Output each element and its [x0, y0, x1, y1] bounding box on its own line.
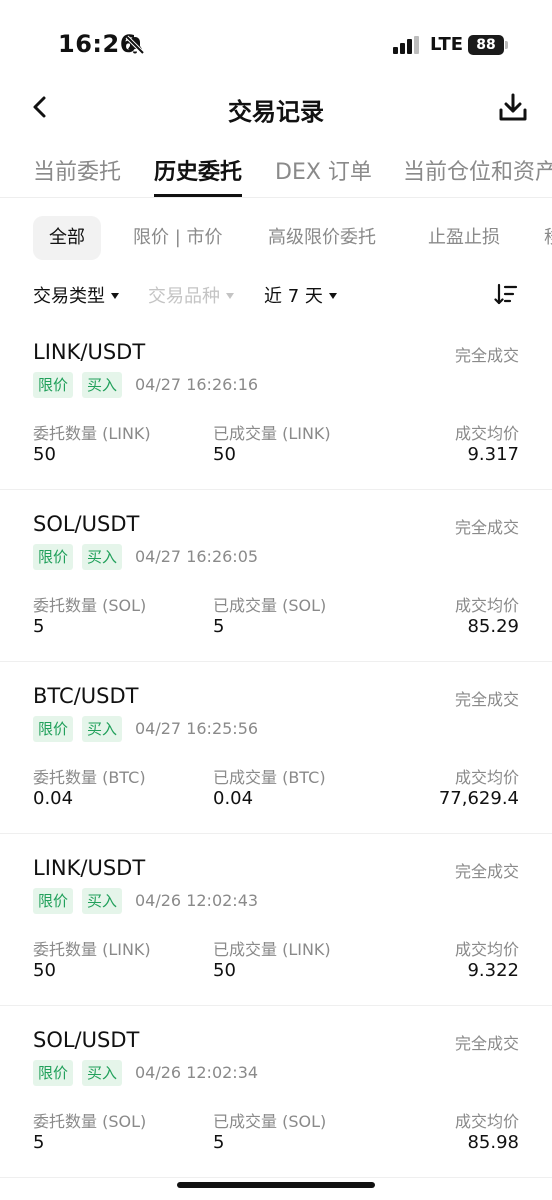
filter-period-label: 近 7 天: [264, 286, 323, 307]
order-time: 04/26 12:02:34: [135, 1063, 259, 1082]
subtab-more[interactable]: 移: [544, 216, 552, 260]
order-side-tag: 买入: [82, 888, 123, 914]
order-qty-label: 委托数量 (LINK): [33, 940, 151, 959]
order-time: 04/27 16:26:16: [135, 375, 259, 394]
order-filled: 0.04: [213, 788, 254, 809]
order-card[interactable]: LINK/USDT 完全成交 限价 买入 04/26 12:02:43 委托数量…: [0, 834, 552, 1006]
order-avg-price: 9.317: [467, 444, 519, 465]
battery-tip: [505, 41, 508, 49]
order-filled-label: 已成交量 (LINK): [213, 424, 331, 443]
caret-down-icon: [328, 293, 337, 299]
order-pair: SOL/USDT: [33, 1028, 140, 1052]
filter-symbol[interactable]: 交易品种: [148, 282, 234, 308]
filter-symbol-label: 交易品种: [148, 286, 220, 307]
order-qty: 50: [33, 444, 56, 465]
order-filled-label: 已成交量 (SOL): [213, 596, 327, 615]
order-card[interactable]: SOL/USDT 完全成交 限价 买入 04/26 12:02:34 委托数量 …: [0, 1006, 552, 1178]
order-avg-price: 9.322: [467, 960, 519, 981]
filter-trade-type[interactable]: 交易类型: [33, 282, 119, 308]
order-qty-label: 委托数量 (SOL): [33, 1112, 147, 1131]
caret-down-icon: [226, 293, 234, 299]
order-filled-label: 已成交量 (BTC): [213, 768, 326, 787]
order-filled: 50: [213, 960, 236, 981]
order-status: 完全成交: [454, 1034, 519, 1053]
order-type-tag: 限价: [33, 1060, 74, 1086]
order-qty: 50: [33, 960, 56, 981]
subtab-tp-sl[interactable]: 止盈止损: [428, 216, 500, 260]
order-filled: 5: [213, 1132, 225, 1153]
order-qty-label: 委托数量 (BTC): [33, 768, 146, 787]
order-avg-label: 成交均价: [454, 424, 519, 443]
order-avg-price: 77,629.4: [438, 788, 519, 809]
order-pair: LINK/USDT: [33, 340, 146, 364]
order-qty: 0.04: [33, 788, 74, 809]
filter-period[interactable]: 近 7 天: [264, 282, 337, 308]
order-time: 04/26 12:02:43: [135, 891, 259, 910]
order-qty: 5: [33, 1132, 45, 1153]
active-tab-indicator: [154, 194, 242, 197]
tab-positions-assets[interactable]: 当前仓位和资产: [403, 154, 552, 186]
order-avg-price: 85.29: [467, 616, 519, 637]
page-title: 交易记录: [228, 98, 324, 126]
tab-order-history[interactable]: 历史委托: [154, 154, 242, 186]
download-icon[interactable]: [498, 92, 528, 122]
order-type-tag: 限价: [33, 716, 74, 742]
order-type-tag: 限价: [33, 544, 74, 570]
order-qty: 5: [33, 616, 45, 637]
order-list: LINK/USDT 完全成交 限价 买入 04/27 16:26:16 委托数量…: [0, 318, 552, 1178]
order-side-tag: 买入: [82, 544, 123, 570]
bell-slash-icon: [125, 35, 145, 55]
page-header: 交易记录: [0, 84, 552, 132]
order-qty-label: 委托数量 (SOL): [33, 596, 147, 615]
order-status: 完全成交: [454, 518, 519, 537]
order-side-tag: 买入: [82, 1060, 123, 1086]
order-filled-label: 已成交量 (SOL): [213, 1112, 327, 1131]
order-side-tag: 买入: [82, 372, 123, 398]
order-pair: BTC/USDT: [33, 684, 139, 708]
network-label: LTE: [430, 34, 464, 55]
order-status: 完全成交: [454, 690, 519, 709]
order-filled: 50: [213, 444, 236, 465]
order-type-tag: 限价: [33, 888, 74, 914]
order-filled-label: 已成交量 (LINK): [213, 940, 331, 959]
main-tab-bar: 当前委托 历史委托 DEX 订单 当前仓位和资产: [0, 140, 552, 198]
subtab-advanced-limit[interactable]: 高级限价委托: [268, 216, 376, 260]
order-time: 04/27 16:26:05: [135, 547, 259, 566]
order-avg-label: 成交均价: [454, 596, 519, 615]
order-qty-label: 委托数量 (LINK): [33, 424, 151, 443]
tab-dex-orders[interactable]: DEX 订单: [275, 154, 372, 186]
order-card[interactable]: LINK/USDT 完全成交 限价 买入 04/27 16:26:16 委托数量…: [0, 318, 552, 490]
order-avg-label: 成交均价: [454, 768, 519, 787]
filter-trade-type-label: 交易类型: [33, 286, 105, 307]
order-avg-price: 85.98: [467, 1132, 519, 1153]
order-side-tag: 买入: [82, 716, 123, 742]
order-status: 完全成交: [454, 346, 519, 365]
tab-current-orders[interactable]: 当前委托: [33, 154, 121, 186]
order-type-tag: 限价: [33, 372, 74, 398]
order-status: 完全成交: [454, 862, 519, 881]
status-bar: 16:26 LTE 88: [0, 0, 552, 90]
battery-indicator: 88: [468, 35, 504, 55]
order-avg-label: 成交均价: [454, 940, 519, 959]
home-indicator[interactable]: [177, 1182, 375, 1188]
order-filled: 5: [213, 616, 225, 637]
order-type-tabs: 全部 限价 | 市价 高级限价委托 止盈止损 移: [0, 216, 552, 260]
order-card[interactable]: SOL/USDT 完全成交 限价 买入 04/27 16:26:05 委托数量 …: [0, 490, 552, 662]
filter-row: 交易类型 交易品种 近 7 天: [0, 280, 552, 312]
order-pair: SOL/USDT: [33, 512, 140, 536]
sort-icon[interactable]: [494, 282, 518, 306]
order-time: 04/27 16:25:56: [135, 719, 259, 738]
order-pair: LINK/USDT: [33, 856, 146, 880]
subtab-all[interactable]: 全部: [33, 216, 101, 260]
order-card[interactable]: BTC/USDT 完全成交 限价 买入 04/27 16:25:56 委托数量 …: [0, 662, 552, 834]
caret-down-icon: [111, 293, 119, 299]
order-avg-label: 成交均价: [454, 1112, 519, 1131]
signal-icon: [393, 36, 419, 54]
subtab-limit-market[interactable]: 限价 | 市价: [133, 216, 223, 260]
